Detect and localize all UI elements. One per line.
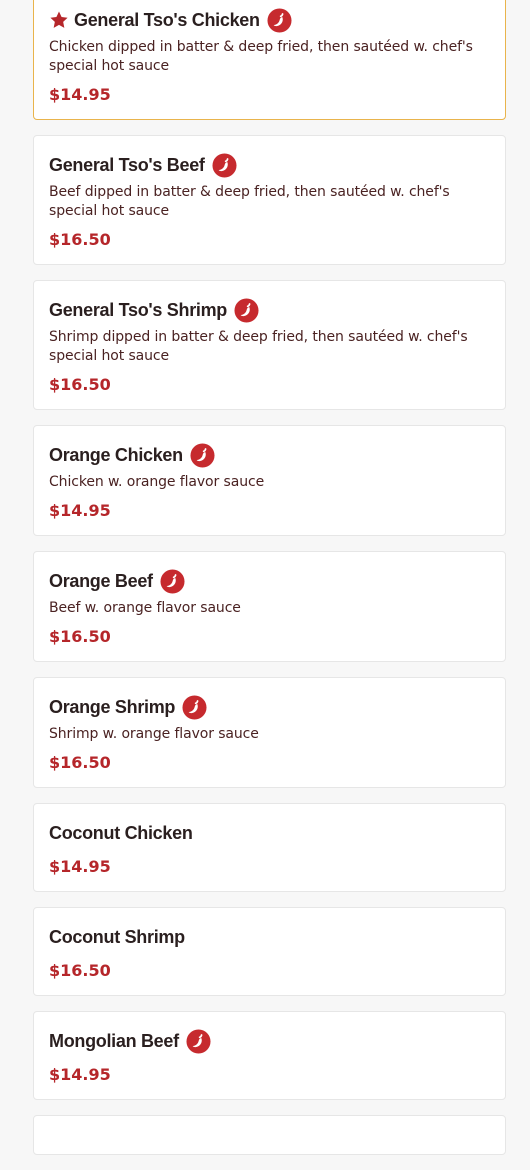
menu-item-description: Shrimp dipped in batter & deep fried, th… xyxy=(49,329,468,364)
menu-item-name: Coconut Shrimp xyxy=(49,926,185,947)
menu-item-title-row: Mongolian Beef xyxy=(49,1026,490,1056)
spicy-chili-icon xyxy=(212,152,237,178)
menu-item-name: Orange Shrimp xyxy=(49,696,176,717)
menu-item-price: $14.95 xyxy=(49,857,111,876)
menu-item-title-row: Orange Beef xyxy=(49,566,490,596)
menu-item-price: $14.95 xyxy=(49,501,111,520)
menu-item-card[interactable]: General Tso's Beef Beef dipped in batter… xyxy=(33,135,506,265)
menu-item-price: $16.50 xyxy=(49,753,111,772)
star-icon xyxy=(49,10,69,30)
menu-item-title-row: General Tso's Chicken xyxy=(49,5,490,35)
menu-item-card[interactable]: General Tso's Shrimp Shrimp dipped in ba… xyxy=(33,280,506,410)
menu-item-description: Chicken w. orange flavor sauce xyxy=(49,474,265,490)
menu-item-price: $16.50 xyxy=(49,230,111,249)
menu-item-name: Coconut Chicken xyxy=(49,822,193,843)
menu-item-price: $16.50 xyxy=(49,961,111,980)
menu-item-price: $16.50 xyxy=(49,375,111,394)
menu-item-list: General Tso's Chicken Chicken dipped in … xyxy=(33,0,506,1170)
spicy-chili-icon xyxy=(267,7,292,33)
menu-item-name: Orange Beef xyxy=(49,570,153,591)
menu-item-title-row: Orange Chicken xyxy=(49,440,490,470)
menu-item-description: Beef dipped in batter & deep fried, then… xyxy=(49,184,450,219)
menu-item-name: General Tso's Chicken xyxy=(74,9,260,30)
menu-item-title-row: Orange Shrimp xyxy=(49,692,490,722)
menu-item-card[interactable] xyxy=(33,1115,506,1155)
spicy-chili-icon xyxy=(186,1028,211,1054)
menu-item-title-row: General Tso's Beef xyxy=(49,150,490,180)
menu-item-name: General Tso's Shrimp xyxy=(49,299,227,320)
menu-item-name: General Tso's Beef xyxy=(49,154,205,175)
menu-item-card[interactable]: Coconut Chicken $14.95 xyxy=(33,803,506,892)
menu-item-card[interactable]: Orange Beef Beef w. orange flavor sauce … xyxy=(33,551,506,662)
menu-item-card[interactable]: General Tso's Chicken Chicken dipped in … xyxy=(33,0,506,120)
menu-item-price: $14.95 xyxy=(49,85,111,104)
spicy-chili-icon xyxy=(182,694,207,720)
spicy-chili-icon xyxy=(190,442,215,468)
menu-item-price: $14.95 xyxy=(49,1065,111,1084)
menu-item-title-row: Coconut Shrimp xyxy=(49,922,490,952)
menu-item-name: Mongolian Beef xyxy=(49,1030,179,1051)
menu-item-description: Shrimp w. orange flavor sauce xyxy=(49,726,259,742)
menu-item-title-row: General Tso's Shrimp xyxy=(49,295,490,325)
menu-item-card[interactable]: Orange Shrimp Shrimp w. orange flavor sa… xyxy=(33,677,506,788)
menu-item-title-row: Coconut Chicken xyxy=(49,818,490,848)
menu-item-price: $16.50 xyxy=(49,627,111,646)
menu-item-name: Orange Chicken xyxy=(49,444,183,465)
menu-item-description: Chicken dipped in batter & deep fried, t… xyxy=(49,39,473,74)
menu-item-card[interactable]: Mongolian Beef $14.95 xyxy=(33,1011,506,1100)
spicy-chili-icon xyxy=(234,297,259,323)
menu-item-card[interactable]: Coconut Shrimp $16.50 xyxy=(33,907,506,996)
menu-item-description: Beef w. orange flavor sauce xyxy=(49,600,241,616)
menu-item-card[interactable]: Orange Chicken Chicken w. orange flavor … xyxy=(33,425,506,536)
spicy-chili-icon xyxy=(160,568,185,594)
